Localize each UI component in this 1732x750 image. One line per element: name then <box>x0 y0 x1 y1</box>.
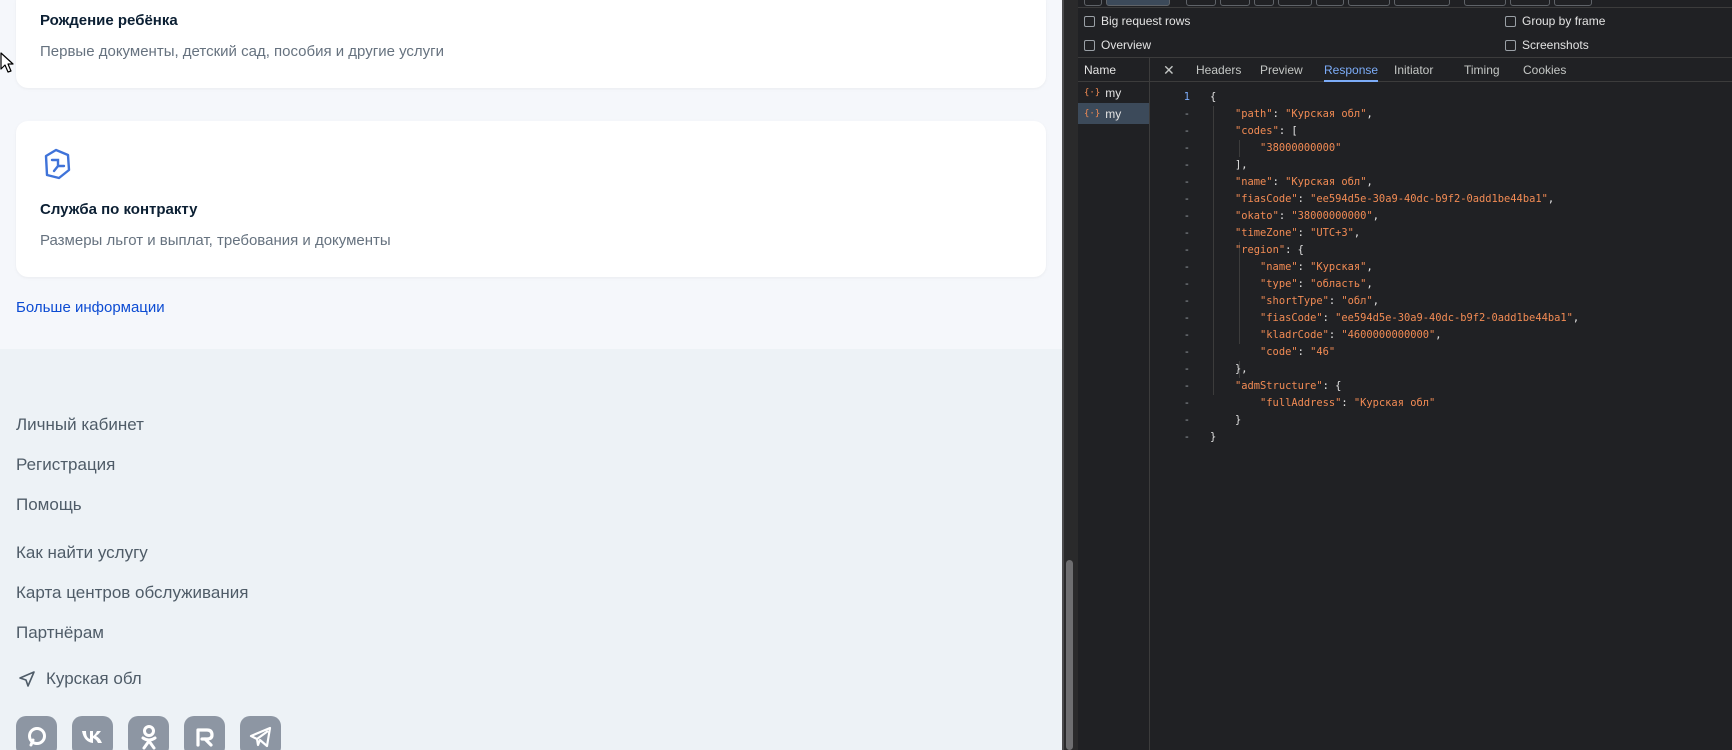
xhr-fetch-icon: {·} <box>1084 108 1101 119</box>
code-line: - "admStructure": { <box>1183 380 1342 392</box>
checkbox-label: Screenshots <box>1522 38 1589 52</box>
code-line: -} <box>1183 431 1217 443</box>
code-line: - "path": "Курская обл", <box>1183 108 1373 120</box>
card-title: Служба по контракту <box>40 201 198 218</box>
json-value-path: Курская обл <box>1291 108 1361 120</box>
footer-link-registration[interactable]: Регистрация <box>16 455 115 475</box>
code-line: - "code": "46" <box>1183 346 1336 358</box>
checkbox-label: Overview <box>1101 38 1152 52</box>
code-line: - ], <box>1183 159 1248 171</box>
json-value-okato: 38000000000 <box>1297 210 1367 222</box>
request-list: Name {·} my {·} my <box>1078 58 1150 750</box>
vk-icon[interactable] <box>72 716 113 750</box>
overview-checkbox[interactable]: Overview <box>1084 38 1151 52</box>
telegram-icon[interactable] <box>240 716 281 750</box>
code-line: - "38000000000" <box>1183 142 1342 154</box>
request-name: my <box>1105 106 1122 121</box>
tab-headers[interactable]: Headers <box>1196 58 1241 82</box>
json-value-region-name: Курская <box>1316 261 1361 273</box>
region-label: Курская обл <box>46 669 142 688</box>
code-line: - "type": "область", <box>1183 278 1373 290</box>
request-row-selected[interactable]: {·} my <box>1078 103 1149 124</box>
checkbox-box[interactable] <box>1084 15 1095 27</box>
more-info-link[interactable]: Больше информации <box>16 299 165 316</box>
footer-link-service-centers-map[interactable]: Карта центров обслуживания <box>16 583 248 603</box>
panel-splitter[interactable] <box>1062 0 1078 750</box>
tab-cookies[interactable]: Cookies <box>1523 58 1566 82</box>
tab-timing[interactable]: Timing <box>1464 58 1500 82</box>
footer-link-partners[interactable]: Партнёрам <box>16 623 104 643</box>
tab-preview[interactable]: Preview <box>1260 58 1303 82</box>
big-request-rows-checkbox[interactable]: Big request rows <box>1084 14 1190 28</box>
code-line: - }, <box>1183 363 1248 375</box>
code-line: - "shortType": "обл", <box>1183 295 1379 307</box>
json-value-region-code: 46 <box>1316 346 1329 358</box>
json-value-timezone: UTC+3 <box>1316 227 1348 239</box>
footer-link-account[interactable]: Личный кабинет <box>16 415 144 435</box>
name-column-header[interactable]: Name <box>1078 58 1149 82</box>
location-arrow-icon <box>19 671 35 687</box>
service-card-birth[interactable]: Рождение ребёнка Первые документы, детск… <box>16 0 1046 88</box>
checkbox-label: Big request rows <box>1101 14 1191 28</box>
code-line: - "timeZone": "UTC+3", <box>1183 227 1361 239</box>
website-viewport: Рождение ребёнка Первые документы, детск… <box>0 0 1062 750</box>
checkbox-box[interactable] <box>1505 39 1516 51</box>
code-line: - "kladrCode": "4600000000000", <box>1183 329 1442 341</box>
tab-initiator[interactable]: Initiator <box>1394 58 1433 82</box>
card-description: Размеры льгот и выплат, требования и док… <box>40 232 391 249</box>
json-value-region-shorttype: обл <box>1347 295 1367 307</box>
mouse-cursor-icon <box>0 52 14 73</box>
code-line: - "fiasCode": "ee594d5e-30a9-40dc-b9f2-0… <box>1183 312 1580 324</box>
footer-link-find-service[interactable]: Как найти услугу <box>16 543 148 563</box>
code-line: - } <box>1183 414 1242 426</box>
checkbox-box[interactable] <box>1505 15 1516 27</box>
service-card-contract[interactable]: Служба по контракту Размеры льгот и выпл… <box>16 121 1046 277</box>
json-value-code: 38000000000 <box>1266 142 1336 154</box>
xhr-fetch-icon: {·} <box>1084 87 1101 98</box>
page-scrollbar-thumb[interactable] <box>1066 560 1073 750</box>
code-line: - "name": "Курская обл", <box>1183 176 1373 188</box>
json-value-fulladdress: Курская обл <box>1360 397 1429 409</box>
details-tabs: ✕ Headers Preview Response Initiator Tim… <box>1150 58 1732 82</box>
contract-service-icon <box>44 148 71 180</box>
code-line: - "codes": [ <box>1183 125 1298 137</box>
request-name: my <box>1105 85 1122 100</box>
request-details-pane: ✕ Headers Preview Response Initiator Tim… <box>1150 58 1732 750</box>
group-by-frame-checkbox[interactable]: Group by frame <box>1505 14 1605 28</box>
devtools-network-panel: Big request rows Overview Group by frame… <box>1078 0 1732 750</box>
code-line: - "region": { <box>1183 244 1304 256</box>
rutube-icon[interactable] <box>184 716 225 750</box>
request-row[interactable]: {·} my <box>1078 82 1149 103</box>
tab-response[interactable]: Response <box>1324 58 1379 82</box>
checkbox-box[interactable] <box>1084 39 1095 51</box>
ok-icon[interactable] <box>128 716 169 750</box>
code-line: - "fiasCode": "ee594d5e-30a9-40dc-b9f2-0… <box>1183 193 1555 205</box>
code-line: - "name": "Курская", <box>1183 261 1373 273</box>
site-footer: Личный кабинет Регистрация Помощь Как на… <box>0 349 1062 750</box>
json-value-name: Курская обл <box>1291 176 1361 188</box>
close-icon[interactable]: ✕ <box>1163 62 1175 79</box>
code-line: - "fullAddress": "Курская обл" <box>1183 397 1436 409</box>
checkbox-label: Group by frame <box>1522 14 1606 28</box>
json-value-fiascode: ee594d5e-30a9-40dc-b9f2-0add1be44ba1 <box>1316 193 1542 205</box>
json-value-region-fiascode: ee594d5e-30a9-40dc-b9f2-0add1be44ba1 <box>1341 312 1567 324</box>
card-title: Рождение ребёнка <box>40 12 178 29</box>
social-links <box>16 716 281 750</box>
code-line: - "okato": "38000000000", <box>1183 210 1379 222</box>
code-line: 1{ <box>1183 91 1217 103</box>
max-icon[interactable] <box>16 716 57 750</box>
json-value-region-kladrcode: 4600000000000 <box>1347 329 1429 341</box>
region-selector[interactable]: Курская обл <box>18 669 142 689</box>
response-json-viewer: 1{ - "path": "Курская обл", - "codes": [… <box>1150 89 1732 446</box>
footer-link-help[interactable]: Помощь <box>16 495 82 515</box>
json-value-region-type: область <box>1316 278 1361 290</box>
screenshots-checkbox[interactable]: Screenshots <box>1505 38 1589 52</box>
network-toolbar <box>1078 0 1732 8</box>
card-description: Первые документы, детский сад, пособия и… <box>40 43 445 60</box>
